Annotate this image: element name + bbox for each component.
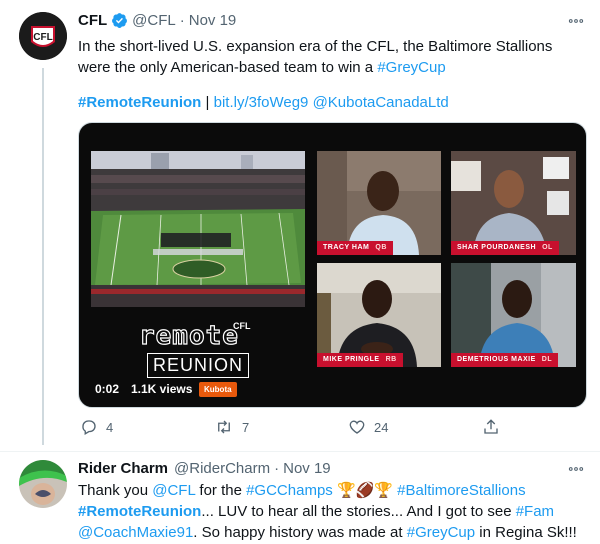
tweet-header: CFL @CFL · Nov 19 xyxy=(78,12,236,29)
author-handle[interactable]: @RiderCharm xyxy=(174,460,270,477)
author-name[interactable]: Rider Charm xyxy=(78,460,168,477)
player-shar-pourdanesh-image xyxy=(451,151,576,255)
ridercharm-avatar[interactable] xyxy=(19,460,67,508)
logo-remote-text: remote xyxy=(138,321,239,351)
share-icon xyxy=(484,419,498,434)
tweet-text: In the short-lived U.S. expansion era of… xyxy=(78,36,588,78)
tweet-text: Thank you @CFL for the #GCChamps 🏆🏈🏆 #Ba… xyxy=(78,482,577,541)
mention-coachmaxie91[interactable]: @CoachMaxie91 xyxy=(78,524,193,541)
tweet-ridercharm[interactable]: Rider Charm @RiderCharm · Nov 19 Thank y… xyxy=(0,452,600,544)
cfl-logo-icon: CFL xyxy=(19,12,67,60)
player-tile-mike-pringle: MIKE PRINGLE RB xyxy=(317,263,441,367)
player-tracy-ham-image xyxy=(317,151,441,255)
verified-badge-icon xyxy=(111,12,128,29)
tweet-date[interactable]: Nov 19 xyxy=(189,12,237,29)
author-name[interactable]: CFL xyxy=(78,12,107,29)
author-handle[interactable]: @CFL xyxy=(132,12,176,29)
player-tile-shar-pourdanesh: SHAR POURDANESH OL xyxy=(451,151,576,255)
tweet-actions: 4 7 24 xyxy=(78,418,518,440)
like-count: 24 xyxy=(374,419,389,435)
tweet-header: Rider Charm @RiderCharm · Nov 19 xyxy=(78,460,331,477)
hashtag-greycup[interactable]: #GreyCup xyxy=(407,524,475,541)
more-options-icon[interactable] xyxy=(567,12,585,35)
reply-button[interactable]: 4 xyxy=(80,418,113,436)
hashtag-remotereunion[interactable]: #RemoteReunion xyxy=(78,503,201,520)
heart-icon xyxy=(349,420,365,434)
retweet-count: 7 xyxy=(242,419,250,435)
player-mike-pringle-image xyxy=(317,263,441,367)
tweet-cfl[interactable]: CFL CFL @CFL · Nov 19 In the short-lived… xyxy=(0,0,600,452)
retweet-icon xyxy=(218,420,230,434)
user-avatar-image xyxy=(19,460,67,508)
logo-reunion-text: REUNION xyxy=(147,353,250,378)
tweet-date[interactable]: Nov 19 xyxy=(283,460,331,477)
divider-text: | xyxy=(205,94,210,111)
hashtag-baltimorestallions[interactable]: #BaltimoreStallions xyxy=(397,482,525,499)
player-tile-demetrious-maxie: DEMETRIOUS MAXIE DL xyxy=(451,263,576,367)
like-button[interactable]: 24 xyxy=(348,418,388,436)
video-views: 1.1K views xyxy=(131,382,193,396)
separator-dot: · xyxy=(274,460,280,477)
trophy-football-emojis: 🏆🏈🏆 xyxy=(336,482,393,499)
reply-icon xyxy=(82,420,96,435)
video-player[interactable]: TRACY HAM QB SHAR POURDANESH OL MIKE PRI… xyxy=(78,122,587,408)
player-name-tag: SHAR POURDANESH OL xyxy=(451,241,559,255)
video-time: 0:02 xyxy=(95,382,120,396)
stadium-video-tile xyxy=(91,151,305,307)
hashtag-fam[interactable]: #Fam xyxy=(516,503,554,520)
player-tile-tracy-ham: TRACY HAM QB xyxy=(317,151,441,255)
retweet-button[interactable]: 7 xyxy=(214,418,249,436)
thread-connector-line xyxy=(42,68,44,445)
share-button[interactable] xyxy=(482,418,508,436)
mention-cfl[interactable]: @CFL xyxy=(152,482,195,499)
cfl-avatar[interactable]: CFL xyxy=(19,12,67,60)
mention-kubota[interactable]: @KubotaCanadaLtd xyxy=(313,94,449,111)
bitly-link[interactable]: bit.ly/3foWeg9 xyxy=(214,94,309,111)
hashtag-greycup[interactable]: #GreyCup xyxy=(377,59,445,76)
reply-count: 4 xyxy=(106,419,114,435)
tweet-text-body: In the short-lived U.S. expansion era of… xyxy=(78,38,553,76)
player-name-tag: DEMETRIOUS MAXIE DL xyxy=(451,353,559,367)
hashtag-remotereunion[interactable]: #RemoteReunion xyxy=(78,94,201,111)
stadium-image xyxy=(91,151,305,307)
hashtag-gcchamps[interactable]: #GCChamps xyxy=(246,482,333,499)
player-name-tag: TRACY HAM QB xyxy=(317,241,393,255)
player-name-tag: MIKE PRINGLE RB xyxy=(317,353,403,367)
sponsor-kubota-badge: Kubota xyxy=(199,382,237,397)
svg-text:CFL: CFL xyxy=(33,32,52,43)
tweet-links-line: #RemoteReunion | bit.ly/3foWeg9 @KubotaC… xyxy=(78,92,588,113)
separator-dot: · xyxy=(179,12,185,29)
player-demetrious-maxie-image xyxy=(451,263,576,367)
